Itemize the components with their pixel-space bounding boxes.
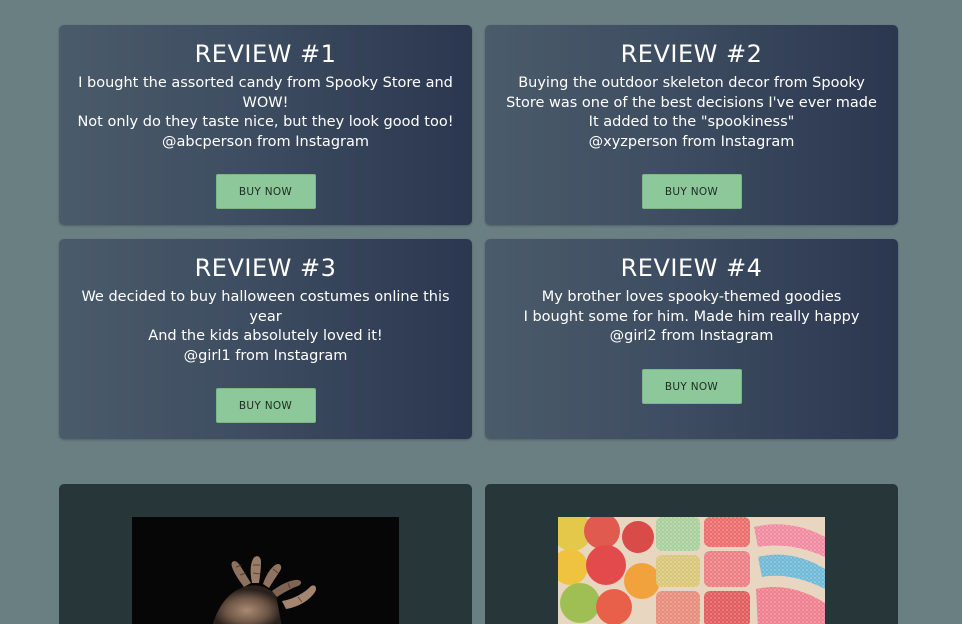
review-line: It added to the "spookiness" (588, 114, 795, 130)
review-author: @girl2 from Instagram (609, 328, 774, 344)
review-title: REVIEW #3 (194, 254, 337, 282)
review-line: I bought some for him. Made him really h… (523, 308, 860, 325)
review-card-1: REVIEW #1 I bought the assorted candy fr… (59, 25, 472, 225)
reviews-grid: REVIEW #1 I bought the assorted candy fr… (59, 25, 898, 439)
product-image-card-2 (485, 484, 898, 624)
buy-now-button[interactable]: BUY NOW (215, 388, 316, 423)
sour-gummy-candy-photo (558, 517, 825, 624)
gummy-candy-illustration (558, 517, 825, 624)
skeleton-hand-illustration (132, 517, 399, 624)
review-title: REVIEW #2 (620, 40, 763, 68)
review-author: @xyzperson from Instagram (588, 133, 795, 150)
product-image-card-1 (59, 484, 472, 624)
review-card-2: REVIEW #2 Buying the outdoor skeleton de… (485, 25, 898, 225)
review-line: Not only do they taste nice, but they lo… (77, 114, 454, 130)
review-title: REVIEW #4 (620, 254, 763, 282)
review-card-4: REVIEW #4 My brother loves spooky-themed… (485, 239, 898, 439)
review-line: We decided to buy halloween costumes onl… (81, 289, 450, 325)
buy-now-button[interactable]: BUY NOW (641, 368, 742, 404)
buy-now-button[interactable]: BUY NOW (641, 174, 742, 209)
skeleton-hand-photo (132, 517, 399, 624)
review-line: Buying the outdoor skeleton decor from S… (506, 75, 877, 111)
review-text: Buying the outdoor skeleton decor from S… (499, 74, 884, 152)
review-author: @girl1 from Instagram (183, 347, 348, 364)
review-text: My brother loves spooky-themed goodies I… (499, 288, 884, 347)
review-author: @abcperson from Instagram (162, 133, 369, 150)
review-line: My brother loves spooky-themed goodies (541, 289, 842, 305)
review-text: We decided to buy halloween costumes onl… (73, 288, 458, 366)
review-line: And the kids absolutely loved it! (148, 328, 383, 344)
review-title: REVIEW #1 (194, 40, 337, 68)
review-line: I bought the assorted candy from Spooky … (78, 75, 453, 111)
product-images-row (59, 484, 898, 624)
buy-now-button[interactable]: BUY NOW (215, 174, 316, 209)
review-card-3: REVIEW #3 We decided to buy halloween co… (59, 239, 472, 439)
review-text: I bought the assorted candy from Spooky … (73, 74, 458, 152)
